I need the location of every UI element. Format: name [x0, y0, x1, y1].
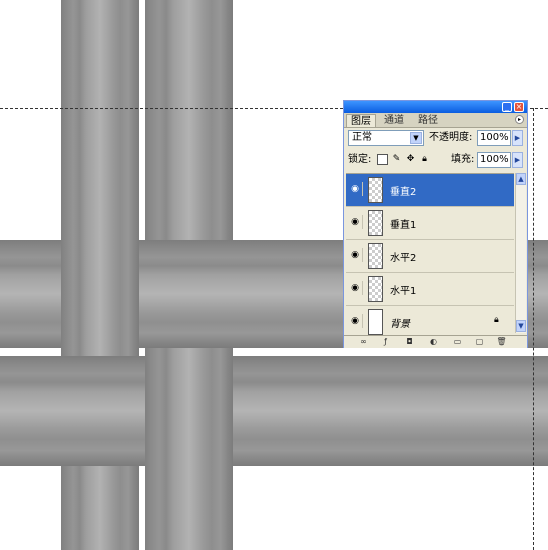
opacity-label: 不透明度:: [429, 132, 473, 143]
panel-menu-icon[interactable]: ▸: [515, 115, 524, 124]
link-layers-icon[interactable]: ∞: [358, 337, 369, 347]
close-icon[interactable]: ×: [514, 102, 524, 112]
eye-icon[interactable]: ◉: [348, 182, 363, 196]
layers-list: ◉ 垂直2 ◉ 垂直1 ◉ 水平2 ◉ 水平1 ◉ 背景 🔒︎: [346, 173, 514, 339]
panel-toolbar: ∞ ƒ ◘ ◐ ▭ ▢ 🗑︎: [344, 335, 527, 348]
new-layer-icon[interactable]: ▢: [474, 337, 485, 347]
layer-thumbnail: [368, 309, 383, 335]
lock-icon: 🔒︎: [494, 315, 499, 325]
horizontal-bar-1-overlap: [61, 356, 139, 466]
scroll-up-icon[interactable]: ▲: [516, 173, 526, 185]
vertical-bar-1-overlap: [61, 240, 139, 348]
vertical-bar-1-gap: [61, 348, 139, 356]
opacity-arrow-icon[interactable]: ▶: [512, 130, 523, 146]
layer-row[interactable]: ◉ 水平1: [346, 273, 514, 306]
layer-thumbnail: [368, 276, 383, 302]
fill-arrow-icon[interactable]: ▶: [512, 152, 523, 168]
panel-tabs: 图层 通道 路径 ▸: [344, 113, 527, 128]
eye-icon[interactable]: ◉: [348, 281, 363, 295]
chevron-down-icon[interactable]: ▼: [410, 132, 422, 144]
layer-row[interactable]: ◉ 垂直2: [346, 174, 514, 207]
lock-row: 锁定: ✎ ✥ 🔒︎ 填充: 100% ▶: [344, 151, 527, 171]
tab-channels[interactable]: 通道: [380, 114, 408, 127]
lock-all-icon[interactable]: 🔒︎: [419, 154, 430, 165]
layer-thumbnail: [368, 177, 383, 203]
layer-name: 垂直2: [390, 187, 417, 198]
layers-scrollbar[interactable]: ▲ ▼: [515, 173, 526, 333]
lock-position-icon[interactable]: ✥: [405, 154, 416, 165]
layer-name: 水平2: [390, 253, 417, 264]
eye-icon[interactable]: ◉: [348, 314, 363, 328]
panel-titlebar[interactable]: _ ×: [344, 101, 527, 113]
lock-label: 锁定:: [348, 154, 372, 165]
scroll-down-icon[interactable]: ▼: [516, 320, 526, 332]
layer-name: 水平1: [390, 286, 417, 297]
fill-label: 填充:: [451, 154, 475, 165]
layer-mask-icon[interactable]: ◘: [404, 337, 415, 347]
lock-pixels-icon[interactable]: ✎: [391, 154, 402, 165]
vertical-bar-2-gap: [145, 348, 233, 356]
layers-panel[interactable]: _ × 图层 通道 路径 ▸ 正常 ▼ 不透明度: 100% ▶ 锁定: ✎ ✥…: [343, 100, 528, 348]
opacity-input[interactable]: 100%: [477, 130, 511, 146]
lock-transparency-icon[interactable]: [377, 154, 388, 165]
adjustment-layer-icon[interactable]: ◐: [428, 337, 439, 347]
selection-marquee-right: [533, 108, 534, 550]
layer-thumbnail: [368, 243, 383, 269]
layer-style-icon[interactable]: ƒ: [380, 337, 391, 347]
layer-row[interactable]: ◉ 水平2: [346, 240, 514, 273]
blend-mode-select[interactable]: 正常 ▼: [348, 130, 424, 146]
blend-row: 正常 ▼ 不透明度: 100% ▶: [344, 129, 527, 149]
layer-name: 背景: [390, 319, 410, 330]
layer-name: 垂直1: [390, 220, 417, 231]
layer-row[interactable]: ◉ 垂直1: [346, 207, 514, 240]
eye-icon[interactable]: ◉: [348, 248, 363, 262]
eye-icon[interactable]: ◉: [348, 215, 363, 229]
new-group-icon[interactable]: ▭: [452, 337, 463, 347]
minimize-icon[interactable]: _: [502, 102, 512, 112]
delete-layer-icon[interactable]: 🗑︎: [496, 337, 507, 347]
tab-paths[interactable]: 路径: [414, 114, 442, 127]
layer-thumbnail: [368, 210, 383, 236]
blend-mode-value: 正常: [352, 132, 372, 143]
tab-layers[interactable]: 图层: [346, 114, 376, 127]
fill-input[interactable]: 100%: [477, 152, 511, 168]
